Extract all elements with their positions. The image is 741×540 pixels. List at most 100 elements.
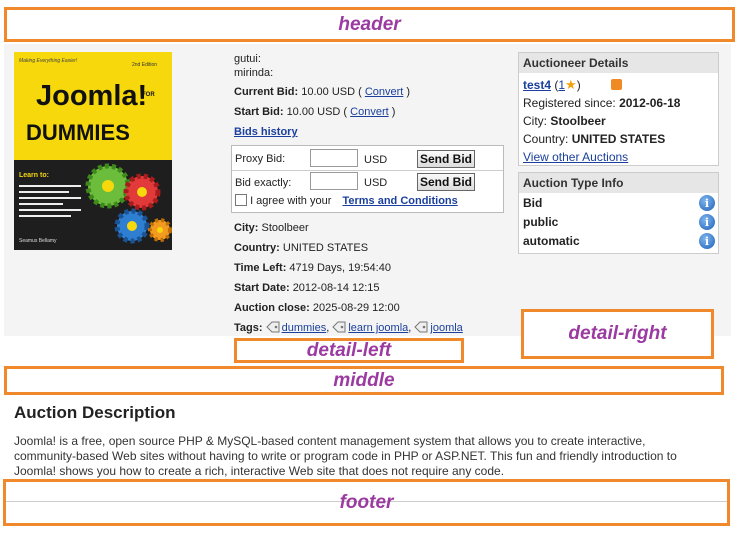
- auctioneer-name-row: test4 (1★): [523, 77, 581, 93]
- auctioneer-city-value: Stoolbeer: [550, 114, 606, 128]
- agree-text: I agree with your: [250, 195, 332, 207]
- auctioneer-details-heading: Auctioneer Details: [519, 53, 718, 73]
- auctioneer-name-link[interactable]: test4: [523, 78, 551, 92]
- detail-left-label: detail-left: [306, 339, 392, 361]
- red-gear-icon: [123, 173, 161, 211]
- send-exact-bid-button[interactable]: Send Bid: [417, 173, 475, 191]
- bids-history-link[interactable]: Bids history: [234, 126, 298, 138]
- terms-link[interactable]: Terms and Conditions: [342, 195, 457, 207]
- description-heading: Auction Description: [14, 403, 176, 422]
- auction-close-value: 2025-08-29 12:00: [312, 302, 400, 314]
- convert-current-link[interactable]: Convert: [365, 86, 404, 98]
- bid-user-1: gutui:: [234, 53, 261, 65]
- orange-gear-icon: [148, 218, 172, 242]
- detail-left-region: detail-left: [234, 338, 464, 363]
- current-bid-close: ): [406, 86, 411, 98]
- description-line-1: Joomla! is a free, open source PHP & MyS…: [14, 434, 646, 448]
- middle-region: middle: [4, 366, 724, 395]
- proxy-bid-label: Proxy Bid:: [235, 153, 286, 165]
- green-gear-icon: [85, 163, 131, 209]
- middle-label: middle: [333, 369, 395, 391]
- send-proxy-bid-button[interactable]: Send Bid: [417, 150, 475, 168]
- auction-close-row: Auction close: 2025-08-29 12:00: [234, 302, 400, 314]
- country-row: Country: UNITED STATES: [234, 242, 368, 254]
- info-icon[interactable]: i: [699, 195, 715, 211]
- bid-form: Proxy Bid: USD Send Bid Bid exactly: USD…: [231, 145, 504, 213]
- start-date-value: 2012-08-14 12:15: [292, 282, 380, 294]
- rss-icon[interactable]: [611, 79, 622, 90]
- bid-user-2: mirinda:: [234, 67, 274, 79]
- current-bid-row: Current Bid: 10.00 USD ( Convert ): [234, 86, 410, 98]
- info-icon[interactable]: i: [699, 214, 715, 230]
- city-value: Stoolbeer: [261, 222, 309, 234]
- cover-learn-to: Learn to:: [19, 172, 49, 179]
- country-label: Country:: [234, 242, 280, 254]
- tag-icon: [414, 321, 428, 333]
- book-cover-image: Making Everything Easier! 2nd Edition Jo…: [14, 52, 172, 250]
- cover-dummies: DUMMIES: [26, 120, 130, 145]
- bid-exactly-row: Bid exactly: USD Send Bid: [232, 172, 503, 196]
- terms-row: I agree with your Terms and Conditions: [235, 194, 458, 207]
- cover-title: Joomla!: [36, 80, 148, 112]
- bid-exactly-label: Bid exactly:: [235, 177, 292, 189]
- blue-gear-icon: [114, 208, 150, 244]
- auctioneer-city-label: City:: [523, 114, 547, 128]
- start-date-label: Start Date:: [234, 282, 290, 294]
- convert-start-link[interactable]: Convert: [350, 106, 389, 118]
- star-icon: ★: [565, 77, 577, 92]
- auctioneer-country-value: UNITED STATES: [571, 132, 666, 146]
- registered-row: Registered since: 2012-06-18: [523, 96, 680, 110]
- bid-exactly-currency: USD: [364, 177, 388, 189]
- city-label: City:: [234, 222, 259, 234]
- description-line-2: community-based Web sites without having…: [14, 449, 677, 463]
- cover-bullets: [19, 183, 81, 221]
- current-bid-value: 10.00 USD (: [301, 86, 362, 98]
- tag-link-joomla[interactable]: joomla: [430, 322, 462, 334]
- cover-gears-illustration: [85, 163, 172, 244]
- info-icon[interactable]: i: [699, 233, 715, 249]
- footer-region: footer: [3, 479, 730, 526]
- start-bid-value: 10.00 USD (: [286, 106, 348, 118]
- start-date-row: Start Date: 2012-08-14 12:15: [234, 282, 380, 294]
- auction-type-box: Auction Type Info Bid i public i automat…: [518, 172, 719, 254]
- tags-label: Tags:: [234, 322, 263, 334]
- registered-value: 2012-06-18: [619, 96, 681, 110]
- time-left-label: Time Left:: [234, 262, 287, 274]
- proxy-bid-currency: USD: [364, 154, 388, 166]
- bid-exactly-input[interactable]: [310, 172, 358, 190]
- header-label: header: [338, 13, 401, 35]
- current-bid-label: Current Bid:: [234, 86, 299, 98]
- description-text: Joomla! is a free, open source PHP & MyS…: [14, 434, 729, 479]
- tag-separator: ,: [326, 322, 330, 334]
- time-left-value: 4719 Days, 19:54:40: [289, 262, 391, 274]
- city-row: City: Stoolbeer: [234, 222, 309, 234]
- tag-link-learn-joomla[interactable]: learn joomla: [348, 322, 408, 334]
- auction-close-label: Auction close:: [234, 302, 310, 314]
- auction-type-item: Bid: [523, 196, 543, 210]
- proxy-bid-input[interactable]: [310, 149, 358, 167]
- header-region: header: [4, 7, 735, 42]
- agree-checkbox[interactable]: [235, 194, 247, 206]
- detail-right-region: detail-right: [521, 309, 714, 359]
- footer-label: footer: [339, 491, 394, 513]
- start-bid-row: Start Bid: 10.00 USD ( Convert ): [234, 106, 395, 118]
- view-other-auctions-link[interactable]: View other Auctions: [523, 150, 628, 164]
- cover-edition: 2nd Edition: [132, 62, 158, 68]
- auctioneer-city-row: City: Stoolbeer: [523, 114, 606, 128]
- tags-row: Tags: dummies, learn joomla, joomla: [234, 321, 463, 334]
- country-value: UNITED STATES: [282, 242, 369, 254]
- cover-author: Seamus Bellamy: [19, 238, 57, 244]
- auction-type-item: automatic: [523, 234, 580, 248]
- auctioneer-country-label: Country:: [523, 132, 569, 146]
- tag-link-dummies[interactable]: dummies: [282, 322, 327, 334]
- bid-form-divider: [232, 170, 503, 171]
- start-bid-close: ): [391, 106, 396, 118]
- tag-icon: [265, 321, 280, 333]
- proxy-bid-row: Proxy Bid: USD Send Bid: [232, 148, 503, 172]
- tag-separator: ,: [408, 322, 412, 334]
- registered-label: Registered since:: [523, 96, 616, 110]
- start-bid-label: Start Bid:: [234, 106, 284, 118]
- detail-right-label: detail-right: [568, 323, 667, 344]
- cover-tagline: Making Everything Easier!: [19, 58, 78, 64]
- auction-type-heading: Auction Type Info: [519, 173, 718, 193]
